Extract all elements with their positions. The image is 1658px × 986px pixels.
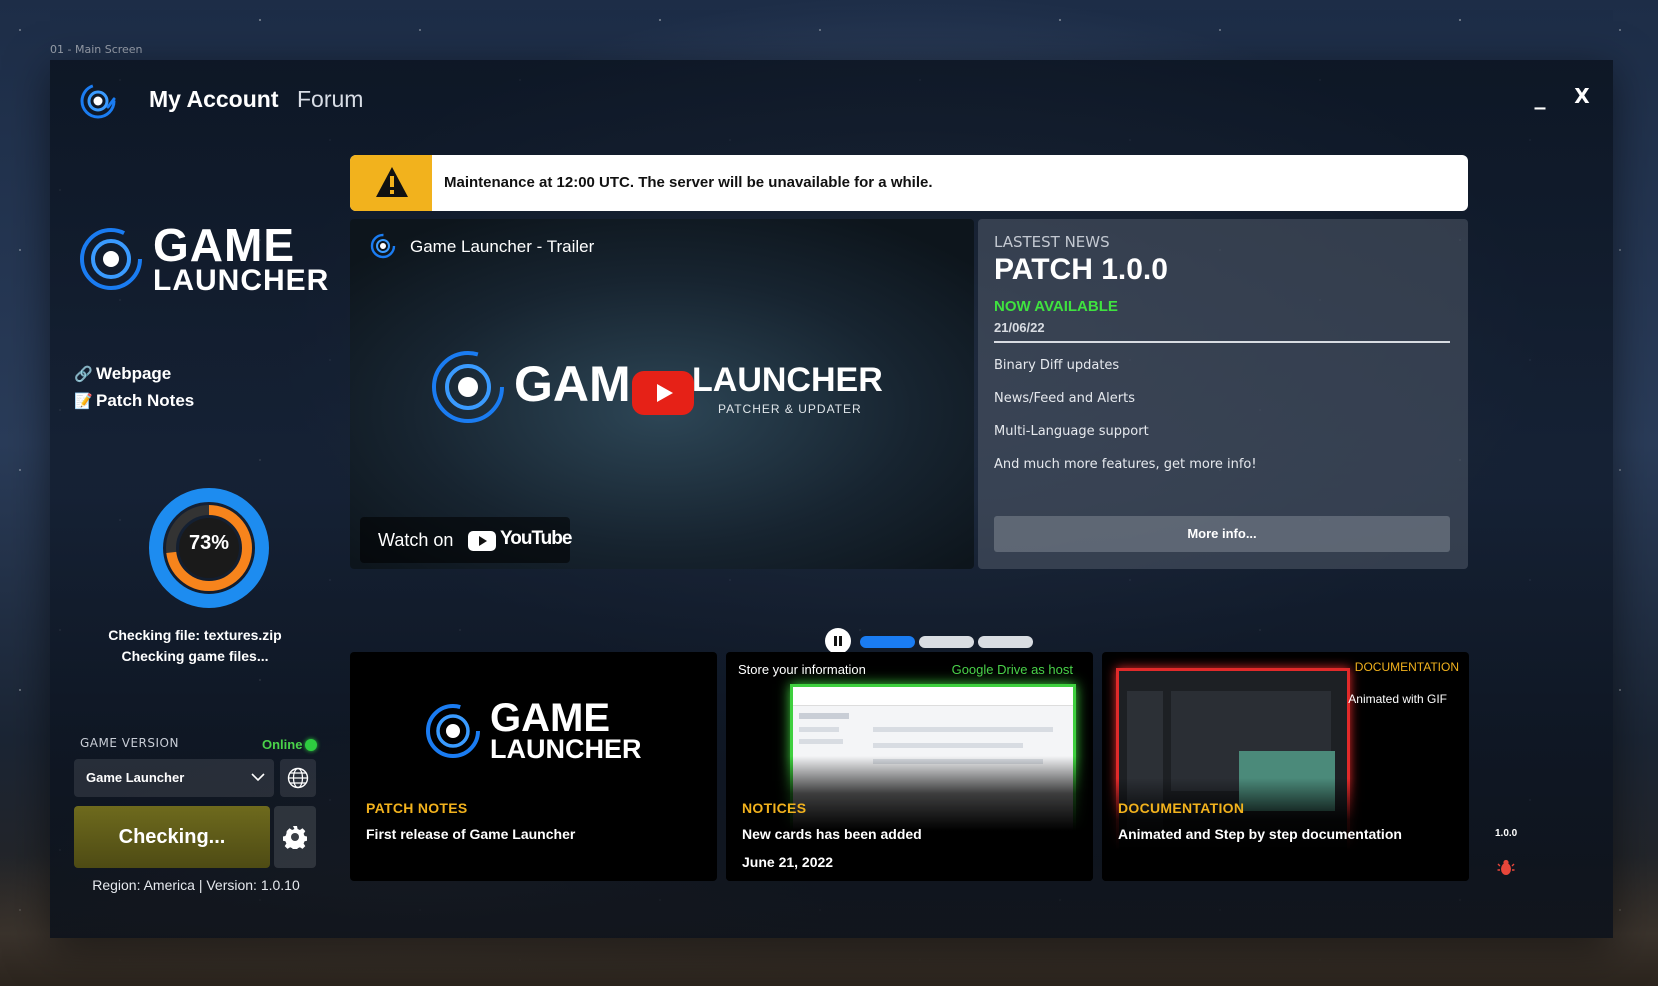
news-card-documentation[interactable]: DOCUMENTATION Animated with GIF DOCUMENT…: [1102, 652, 1469, 881]
card-caption: Animated with GIF: [1348, 692, 1447, 706]
selected-game: Game Launcher: [86, 770, 185, 785]
screen-label: 01 - Main Screen: [50, 43, 143, 56]
sidebar-link-patch-notes[interactable]: 📝 Patch Notes: [74, 391, 194, 411]
news-feature: And much more features, get more info!: [994, 457, 1257, 472]
card-text: New cards has been added: [742, 826, 922, 842]
card-logo-line2: LAUNCHER: [490, 734, 642, 764]
game-launcher-logo: GAME LAUNCHER: [78, 220, 328, 305]
gear-icon: [283, 826, 307, 849]
video-logo-gam: GAM: [514, 356, 631, 412]
news-date: 21/06/22: [994, 320, 1045, 335]
channel-logo-icon: [370, 233, 396, 259]
youtube-play-button[interactable]: [632, 371, 694, 415]
news-status: NOW AVAILABLE: [994, 298, 1118, 315]
news-card-notices[interactable]: Store your information Google Drive as h…: [726, 652, 1093, 881]
progress-percent: 73%: [188, 532, 230, 554]
launcher-logo-icon: [426, 704, 480, 758]
app-version: 1.0.0: [1495, 828, 1518, 839]
news-kicker: LASTEST NEWS: [994, 233, 1110, 251]
card-date: June 21, 2022: [742, 854, 834, 870]
carousel-dot-1[interactable]: [860, 636, 915, 648]
pause-icon[interactable]: [825, 628, 851, 654]
video-logo-subtitle: PATCHER & UPDATER: [718, 402, 862, 416]
card-logo: GAME LAUNCHER: [424, 696, 654, 770]
brand-line2: LAUNCHER: [153, 264, 330, 297]
online-label: Online: [262, 737, 303, 752]
sidebar-link-webpage[interactable]: 🔗 Webpage: [74, 364, 171, 384]
launcher-window: My Account Forum _ X GAME LAUNCHER 🔗 Webp…: [50, 60, 1613, 938]
youtube-label: YouTube: [500, 528, 572, 549]
globe-icon: [287, 767, 309, 789]
card-badge: DOCUMENTATION: [1354, 660, 1459, 674]
checking-file-text: Checking file: textures.zip: [108, 627, 282, 643]
link-icon: 🔗: [74, 366, 93, 383]
chevron-down-icon: [251, 773, 265, 782]
sidebar-link-label: Webpage: [96, 364, 172, 383]
trailer-video[interactable]: Game Launcher - Trailer GAM LAUNCHER PAT…: [350, 219, 974, 569]
video-title: Game Launcher - Trailer: [410, 237, 595, 256]
carousel-dot-2[interactable]: [919, 636, 974, 648]
settings-button[interactable]: [274, 806, 316, 868]
card-header-left: Store your information: [738, 662, 866, 677]
latest-news-panel: LASTEST NEWS PATCH 1.0.0 NOW AVAILABLE 2…: [978, 219, 1468, 569]
maintenance-alert: Maintenance at 12:00 UTC. The server wil…: [350, 155, 1468, 211]
checking-game-files-text: Checking game files...: [121, 648, 269, 664]
notepad-icon: 📝: [74, 393, 93, 410]
youtube-logo-icon: [468, 531, 496, 551]
watch-on-label: Watch on: [378, 530, 454, 550]
launcher-logo-icon: [80, 228, 142, 290]
app-logo-icon[interactable]: [78, 81, 124, 121]
minimize-button[interactable]: _: [1530, 87, 1550, 112]
language-button[interactable]: [280, 759, 316, 797]
checking-status: Checking file: textures.zip Checking gam…: [90, 625, 300, 667]
news-card-patch-notes[interactable]: GAME LAUNCHER PATCH NOTES First release …: [350, 652, 717, 881]
news-feature: Binary Diff updates: [994, 358, 1120, 373]
warning-icon: [376, 167, 408, 197]
sidebar-link-label: Patch Notes: [96, 391, 195, 410]
card-category: PATCH NOTES: [366, 800, 468, 816]
alert-icon-box: [350, 155, 432, 211]
card-text: First release of Game Launcher: [366, 826, 576, 842]
game-version-label: GAME VERSION: [80, 736, 179, 750]
bug-report-icon[interactable]: [1497, 858, 1515, 876]
online-dot-icon: [305, 739, 318, 751]
nav-my-account[interactable]: My Account: [149, 86, 279, 113]
close-button[interactable]: X: [1571, 84, 1593, 110]
news-feature: News/Feed and Alerts: [994, 391, 1135, 406]
news-title: PATCH 1.0.0: [994, 253, 1168, 286]
game-version-select[interactable]: Game Launcher: [74, 759, 274, 797]
card-category: NOTICES: [742, 800, 807, 816]
card-text: Animated and Step by step documentation: [1118, 826, 1402, 842]
news-feature: Multi-Language support: [994, 424, 1149, 439]
card-category: DOCUMENTATION: [1118, 800, 1245, 816]
card-header-right: Google Drive as host: [951, 662, 1073, 677]
more-info-button[interactable]: More info...: [994, 516, 1450, 552]
region-version: Region: America | Version: 1.0.10: [92, 877, 300, 893]
alert-message: Maintenance at 12:00 UTC. The server wil…: [444, 174, 933, 191]
play-checking-button[interactable]: Checking...: [74, 806, 270, 868]
nav-forum[interactable]: Forum: [297, 86, 363, 113]
video-logo-icon: [432, 351, 504, 423]
carousel-dot-3[interactable]: [978, 636, 1033, 648]
online-status: Online: [262, 737, 318, 752]
watch-on-youtube-button[interactable]: Watch on YouTube: [360, 517, 572, 563]
news-divider: [994, 341, 1450, 343]
video-logo-launcher: LAUNCHER: [692, 361, 883, 399]
